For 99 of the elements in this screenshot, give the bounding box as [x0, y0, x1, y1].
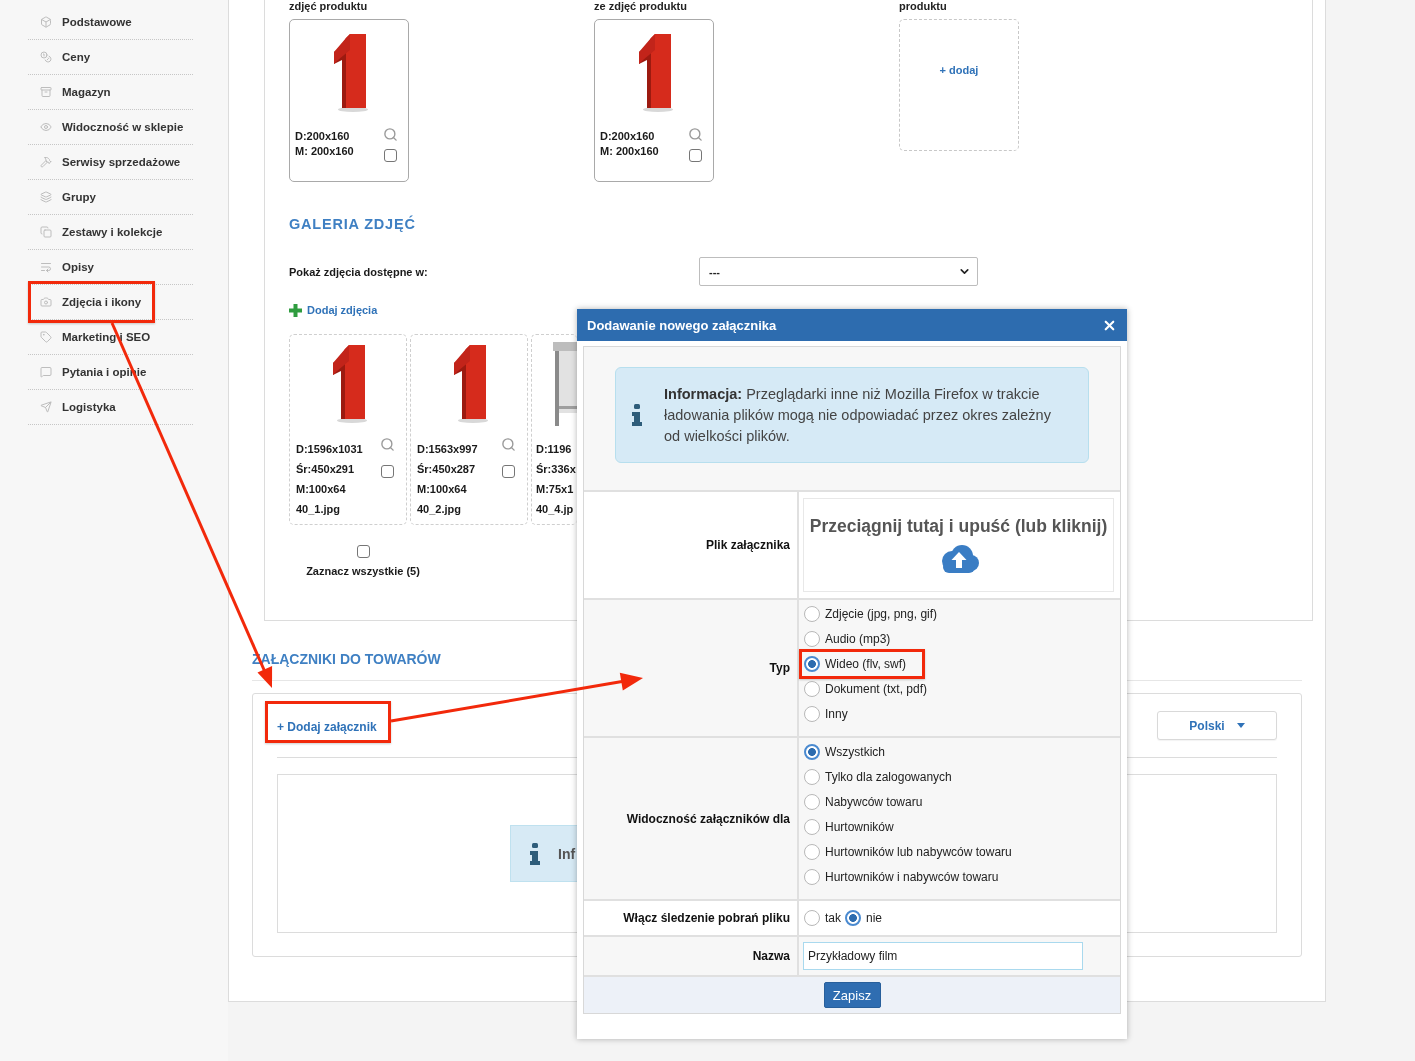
- radio-button[interactable]: [845, 910, 861, 926]
- radio-label: Dokument (txt, pdf): [825, 681, 928, 696]
- hammer-icon: [40, 156, 52, 168]
- section-heading: GALERIA ZDJĘĆ: [289, 215, 416, 233]
- checkbox[interactable]: [688, 149, 702, 162]
- caret-icon: [1236, 723, 1245, 728]
- radio-button[interactable]: [804, 793, 820, 810]
- select-field[interactable]: ---: [699, 257, 978, 286]
- magnifier-icon[interactable]: [382, 127, 398, 142]
- add-image-link[interactable]: + dodaj: [939, 63, 979, 77]
- radio-button[interactable]: [804, 768, 820, 785]
- checkbox[interactable]: [356, 544, 370, 558]
- checkbox[interactable]: [383, 149, 397, 162]
- radio-button[interactable]: [804, 655, 820, 672]
- sidebar-item[interactable]: Zdjęcia i ikony: [28, 285, 193, 320]
- radio-label: Zdjęcie (jpg, png, gif): [825, 606, 938, 621]
- image-dimensions: M:100x64: [296, 481, 346, 497]
- sidebar-item[interactable]: Zestawy i kolekcje: [28, 215, 193, 250]
- radio-button[interactable]: [804, 680, 820, 697]
- radio-label: nie: [866, 911, 883, 925]
- cube-icon: [40, 16, 52, 28]
- image-dimensions: M: 200x160: [295, 144, 354, 159]
- paper-plane-icon: [40, 401, 52, 413]
- image-dimensions: Śr:450x287: [417, 461, 476, 477]
- radio-button[interactable]: [804, 843, 820, 860]
- sidebar-item[interactable]: Serwisy sprzedażowe: [28, 145, 193, 180]
- field-label: Nazwa: [752, 949, 790, 963]
- add-photos-link[interactable]: Dodaj zdjęcia: [289, 303, 378, 317]
- image-dimensions: D:1196: [536, 441, 572, 457]
- info-icon: [631, 404, 643, 426]
- text-wrap-icon: [40, 261, 52, 273]
- radio-button[interactable]: [804, 630, 820, 647]
- image-caption: ze zdjęć produktu: [594, 0, 687, 13]
- field-label: Plik załącznika: [705, 538, 790, 552]
- image-dimensions: D:1596x1031: [296, 441, 363, 457]
- image-caption: produktu: [899, 0, 947, 13]
- checkbox[interactable]: [501, 464, 515, 478]
- sidebar-item[interactable]: Widoczność w sklepie: [28, 110, 193, 145]
- camera-icon: [40, 296, 52, 308]
- radio-label: Inny: [825, 706, 848, 721]
- image-caption: zdjęć produktu: [289, 0, 368, 13]
- sidebar-item[interactable]: Opisy: [28, 250, 193, 285]
- image-dimensions: D:200x160: [295, 129, 350, 144]
- sidebar-item[interactable]: Magazyn: [28, 75, 193, 110]
- file-name: 40_4.jp: [536, 501, 574, 517]
- image-dimensions: M: 200x160: [600, 144, 659, 159]
- dialog-title: Dodawanie nowego załącznika: [587, 317, 777, 333]
- name-input[interactable]: Przykładowy film: [803, 942, 1083, 970]
- magnifier-icon[interactable]: [687, 127, 703, 142]
- save-button[interactable]: Zapisz: [823, 982, 881, 1008]
- radio-button[interactable]: [804, 605, 820, 622]
- radio-button[interactable]: [804, 743, 820, 760]
- file-name: 40_2.jpg: [417, 501, 462, 517]
- field-label: Włącz śledzenie pobrań pliku: [623, 911, 790, 925]
- radio-label: Tylko dla zalogowanych: [825, 769, 952, 784]
- image-dimensions: M:100x64: [417, 481, 467, 497]
- image-dimensions: D:1563x997: [417, 441, 478, 457]
- language-dropdown[interactable]: Polski: [1157, 711, 1277, 740]
- layers-icon: [40, 191, 52, 203]
- radio-label: Nabywców towaru: [825, 794, 923, 809]
- drop-zone[interactable]: Przeciągnij tutaj i upuść (lub kliknij): [803, 498, 1114, 592]
- sidebar-item[interactable]: Podstawowe: [28, 5, 193, 40]
- image-dimensions: M:75x1: [536, 481, 574, 497]
- info-message: Inf: [558, 845, 576, 862]
- image-dimensions: D:200x160: [600, 129, 655, 144]
- sidebar-item[interactable]: Ceny: [28, 40, 193, 75]
- eye-icon: [40, 121, 52, 133]
- image-dimensions: Śr:336x: [536, 461, 576, 477]
- filter-label: Pokaż zdjęcia dostępne w:: [289, 265, 429, 278]
- radio-label: tak: [825, 911, 841, 925]
- radio-button[interactable]: [804, 868, 820, 885]
- file-name: 40_1.jpg: [296, 501, 341, 517]
- field-label: Typ: [769, 661, 790, 675]
- checkbox[interactable]: [380, 464, 394, 478]
- radio-label: Hurtowników i nabywców towaru: [825, 869, 999, 884]
- plus-icon: [289, 303, 302, 317]
- radio-label: Hurtowników lub nabywców towaru: [825, 844, 1012, 859]
- magnifier-icon[interactable]: [500, 436, 516, 452]
- sidebar-item[interactable]: Grupy: [28, 180, 193, 215]
- info-icon: [529, 842, 541, 865]
- radio-button[interactable]: [804, 910, 820, 926]
- radio-button[interactable]: [804, 705, 820, 722]
- radio-label: Audio (mp3): [825, 631, 891, 646]
- radio-label: Wszystkich: [825, 744, 885, 759]
- chat-icon: [40, 366, 52, 378]
- copy-icon: [40, 226, 52, 238]
- radio-button[interactable]: [804, 818, 820, 835]
- select-all-label: Zaznacz wszystkie (5): [306, 563, 420, 578]
- archive-icon: [40, 86, 52, 98]
- radio-label: Wideo (flv, swf): [825, 656, 907, 671]
- radio-label: Hurtowników: [825, 819, 894, 834]
- sidebar-item[interactable]: Logistyka: [28, 390, 193, 425]
- magnifier-icon[interactable]: [379, 436, 395, 452]
- info-message: Informacja: Przeglądarki inne niż Mozilla Firefox w trakcie ładowania plików mogą nie odpowiadać przez okres zależny od wielkości plików.: [664, 384, 1052, 446]
- tag-icon: [40, 331, 52, 343]
- image-dimensions: Śr:450x291: [296, 461, 355, 477]
- add-attachment-button[interactable]: + Dodaj załącznik: [277, 719, 377, 735]
- coins-icon: [40, 51, 52, 63]
- field-label: Widoczność załączników dla: [626, 811, 790, 826]
